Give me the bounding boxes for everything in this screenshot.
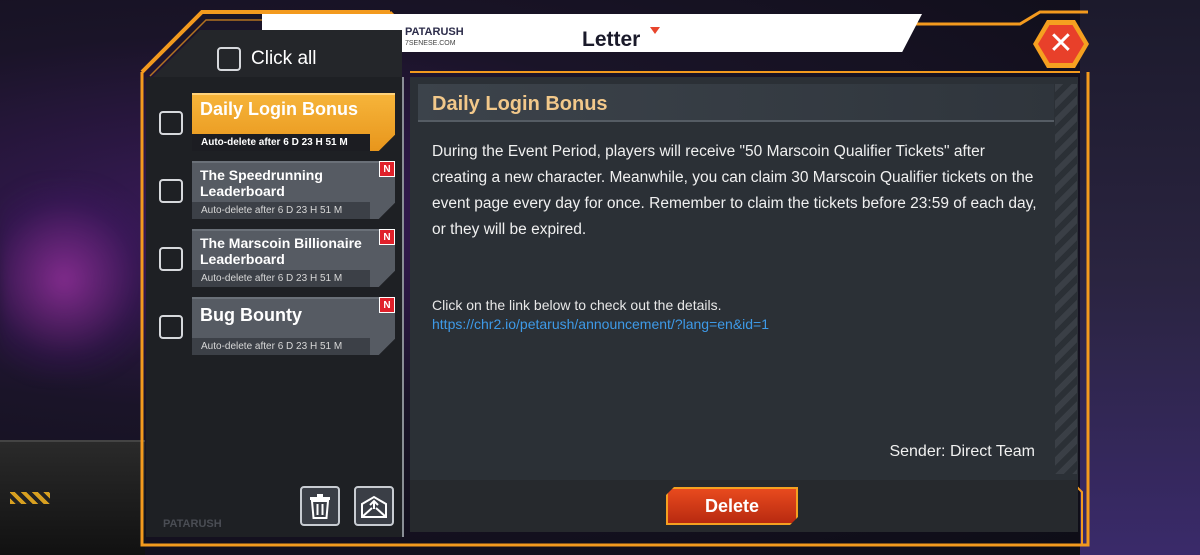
mail-title: The Speedrunning Leaderboard [200, 167, 323, 199]
details-link[interactable]: https://chr2.io/petarush/announcement/?l… [432, 316, 769, 332]
message-panel [410, 77, 1078, 480]
close-icon: ✕ [1048, 26, 1074, 61]
message-subject: Daily Login Bonus [432, 93, 608, 115]
scrollbar-track[interactable] [1055, 84, 1077, 474]
background-right [1080, 0, 1200, 555]
mail-expiry: Auto-delete after 6 D 23 H 51 M [192, 338, 370, 355]
brand-logo: PATARUSH 7SENESE.COM [405, 26, 464, 48]
mail-title: Bug Bounty [200, 305, 302, 325]
mail-title: The Marscoin Billionaire Leaderboard [200, 235, 362, 267]
item-checkbox[interactable] [159, 179, 183, 203]
list-item[interactable]: The Speedrunning Leaderboard Auto-delete… [159, 161, 399, 223]
link-intro: Click on the link below to check out the… [432, 297, 722, 313]
list-item[interactable]: The Marscoin Billionaire Leaderboard Aut… [159, 229, 399, 291]
panel-watermark: PATARUSH [163, 518, 222, 530]
trash-icon [310, 494, 330, 519]
envelope-upload-icon [361, 495, 387, 518]
item-checkbox[interactable] [159, 247, 183, 271]
background-glow [0, 180, 160, 380]
title-marker-icon [650, 27, 660, 34]
new-badge: N [379, 161, 395, 177]
message-body: During the Event Period, players will re… [432, 143, 1037, 238]
close-button[interactable]: ✕ [1033, 20, 1089, 68]
item-checkbox[interactable] [159, 111, 183, 135]
collect-button[interactable] [354, 486, 394, 526]
list-item[interactable]: Daily Login Bonus Auto-delete after 6 D … [159, 93, 399, 155]
mail-expiry: Auto-delete after 6 D 23 H 51 M [192, 202, 370, 219]
mail-title: Daily Login Bonus [200, 99, 359, 119]
mail-card[interactable]: The Speedrunning Leaderboard Auto-delete… [192, 161, 395, 219]
window-title: Letter [582, 28, 641, 51]
new-badge: N [379, 297, 395, 313]
click-all-toggle[interactable]: Click all [217, 47, 316, 71]
background-crate [0, 440, 145, 555]
item-checkbox[interactable] [159, 315, 183, 339]
click-all-label: Click all [251, 48, 317, 69]
message-sender: Sender: Direct Team [889, 443, 1035, 460]
list-item[interactable]: Bug Bounty Auto-delete after 6 D 23 H 51… [159, 297, 399, 359]
mail-expiry: Auto-delete after 6 D 23 H 51 M [192, 134, 370, 151]
mail-expiry: Auto-delete after 6 D 23 H 51 M [192, 270, 370, 287]
mail-card[interactable]: Bug Bounty Auto-delete after 6 D 23 H 51… [192, 297, 395, 355]
click-all-checkbox[interactable] [217, 47, 241, 71]
new-badge: N [379, 229, 395, 245]
mail-card[interactable]: The Marscoin Billionaire Leaderboard Aut… [192, 229, 395, 287]
trash-button[interactable] [300, 486, 340, 526]
mail-card[interactable]: Daily Login Bonus Auto-delete after 6 D … [192, 93, 395, 151]
delete-button[interactable]: Delete [666, 487, 798, 525]
